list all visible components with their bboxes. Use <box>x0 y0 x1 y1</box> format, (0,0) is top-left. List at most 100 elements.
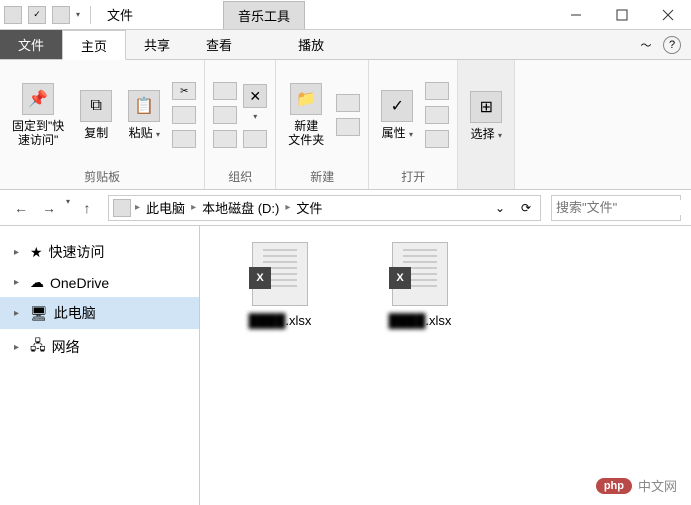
content-area: ▸ ★ 快速访问 ▸ ☁ OneDrive ▸ 🖥 此电脑 ▸ 🖧 网络 X █… <box>0 226 691 505</box>
quick-access-toolbar: ✓ ▾ <box>0 6 99 24</box>
excel-badge-icon: X <box>389 267 411 289</box>
crumb-pc[interactable]: 此电脑 <box>144 198 187 217</box>
watermark: php 中文网 <box>596 476 677 495</box>
tab-home[interactable]: 主页 <box>62 30 126 60</box>
minimize-icon <box>570 9 582 21</box>
navigation-sidebar: ▸ ★ 快速访问 ▸ ☁ OneDrive ▸ 🖥 此电脑 ▸ 🖧 网络 <box>0 226 200 505</box>
window-controls <box>553 0 691 30</box>
crumb-folder[interactable]: 文件 <box>294 198 324 217</box>
group-label-open: 打开 <box>401 164 425 185</box>
star-icon: ★ <box>30 244 43 261</box>
sidebar-item-this-pc[interactable]: ▸ 🖥 此电脑 <box>0 297 199 329</box>
chevron-right-icon[interactable]: ▸ <box>14 308 24 319</box>
ribbon-collapse-icon[interactable]: 〜 <box>639 38 653 52</box>
group-clipboard: 📌 固定到"快 速访问" ⧉ 复制 📋 粘贴 ▾ ✂ 剪贴板 <box>0 60 205 189</box>
paste-button[interactable]: 📋 粘贴 ▾ <box>124 88 164 142</box>
folder-icon[interactable] <box>4 6 22 24</box>
group-label-organize: 组织 <box>228 164 252 185</box>
excel-file-icon: X <box>252 242 308 306</box>
paste-icon: 📋 <box>128 90 160 122</box>
group-label-new: 新建 <box>310 164 334 185</box>
pin-button[interactable]: 📌 固定到"快 速访问" <box>8 81 68 150</box>
crumb-drive[interactable]: 本地磁盘 (D:) <box>200 198 281 217</box>
network-icon: 🖧 <box>30 335 46 359</box>
sidebar-item-quick-access[interactable]: ▸ ★ 快速访问 <box>0 236 199 268</box>
properties-button[interactable]: ✓ 属性 ▾ <box>377 88 417 142</box>
cloud-icon: ☁ <box>30 274 44 291</box>
select-button[interactable]: ⊞ 选择 ▾ <box>466 89 506 143</box>
excel-file-icon: X <box>392 242 448 306</box>
properties-icon: ✓ <box>381 90 413 122</box>
separator <box>90 6 91 24</box>
file-ext: .xlsx <box>285 313 311 328</box>
chevron-right-icon[interactable]: ▸ <box>191 202 196 213</box>
open-icon[interactable] <box>425 82 449 100</box>
file-name: ████ <box>249 313 286 328</box>
organize-misc-icon[interactable] <box>243 130 267 148</box>
search-input[interactable] <box>556 200 691 215</box>
copy-path-icon[interactable] <box>172 106 196 124</box>
file-name: ████ <box>389 313 426 328</box>
maximize-button[interactable] <box>599 0 645 30</box>
history-icon[interactable] <box>425 130 449 148</box>
tab-file[interactable]: 文件 <box>0 30 62 59</box>
close-button[interactable] <box>645 0 691 30</box>
delete-button[interactable]: ✕ ▾ <box>243 82 267 124</box>
chevron-right-icon[interactable]: ▸ <box>14 247 24 258</box>
chevron-right-icon[interactable]: ▸ <box>135 202 140 213</box>
file-list[interactable]: X ████.xlsx X ████.xlsx <box>200 226 691 505</box>
forward-button[interactable]: → <box>38 197 60 219</box>
back-button[interactable]: ← <box>10 197 32 219</box>
breadcrumb[interactable]: ▸ 此电脑 ▸ 本地磁盘 (D:) ▸ 文件 ⌄ ⟳ <box>108 195 541 221</box>
delete-icon: ✕ <box>243 84 267 108</box>
file-ext: .xlsx <box>425 313 451 328</box>
file-item[interactable]: X ████.xlsx <box>230 242 330 330</box>
chevron-right-icon[interactable]: ▸ <box>285 202 290 213</box>
close-icon <box>662 9 674 21</box>
new-item-icon[interactable] <box>336 94 360 112</box>
watermark-text: 中文网 <box>638 476 677 495</box>
new-folder-button[interactable]: 📁 新建 文件夹 <box>284 81 328 150</box>
group-open: ✓ 属性 ▾ 打开 <box>369 60 458 189</box>
qat-item-icon[interactable] <box>52 6 70 24</box>
easy-access-icon[interactable] <box>336 118 360 136</box>
minimize-button[interactable] <box>553 0 599 30</box>
titlebar: ✓ ▾ 文件 音乐工具 <box>0 0 691 30</box>
group-new: 📁 新建 文件夹 新建 <box>276 60 369 189</box>
new-folder-icon: 📁 <box>290 83 322 115</box>
sidebar-item-network[interactable]: ▸ 🖧 网络 <box>0 329 199 365</box>
cut-icon[interactable]: ✂ <box>172 82 196 100</box>
history-dropdown-icon[interactable]: ▾ <box>66 197 70 219</box>
edit-icon[interactable] <box>425 106 449 124</box>
paste-shortcut-icon[interactable] <box>172 130 196 148</box>
help-button[interactable]: ? <box>663 36 681 54</box>
chevron-down-icon: ▾ <box>498 131 502 140</box>
qat-dropdown-icon[interactable]: ▾ <box>76 10 80 19</box>
sidebar-item-onedrive[interactable]: ▸ ☁ OneDrive <box>0 268 199 297</box>
refresh-button[interactable]: ⟳ <box>516 198 536 218</box>
tab-view[interactable]: 查看 <box>188 30 250 59</box>
copy-to-icon[interactable] <box>213 106 237 124</box>
group-organize: ✕ ▾ 组织 <box>205 60 276 189</box>
group-label-select <box>485 167 488 185</box>
tabs-right: 〜 ? <box>639 30 691 59</box>
pin-icon: 📌 <box>22 83 54 115</box>
up-button[interactable]: ↑ <box>76 197 98 219</box>
rename-icon[interactable] <box>213 130 237 148</box>
qat-checkbox-icon[interactable]: ✓ <box>28 6 46 24</box>
search-box[interactable]: 🔍 <box>551 195 681 221</box>
chevron-down-icon: ▾ <box>409 130 413 139</box>
chevron-down-icon: ▾ <box>156 130 160 139</box>
tab-play[interactable]: 播放 <box>280 30 342 59</box>
chevron-right-icon[interactable]: ▸ <box>14 342 24 353</box>
chevron-right-icon[interactable]: ▸ <box>14 277 24 288</box>
address-dropdown-icon[interactable]: ⌄ <box>490 198 510 218</box>
move-to-icon[interactable] <box>213 82 237 100</box>
select-icon: ⊞ <box>470 91 502 123</box>
file-item[interactable]: X ████.xlsx <box>370 242 470 330</box>
tab-share[interactable]: 共享 <box>126 30 188 59</box>
monitor-icon: 🖥 <box>30 305 48 322</box>
copy-button[interactable]: ⧉ 复制 <box>76 88 116 142</box>
context-tool-tab[interactable]: 音乐工具 <box>223 1 305 29</box>
ribbon-tabs: 文件 主页 共享 查看 播放 〜 ? <box>0 30 691 60</box>
